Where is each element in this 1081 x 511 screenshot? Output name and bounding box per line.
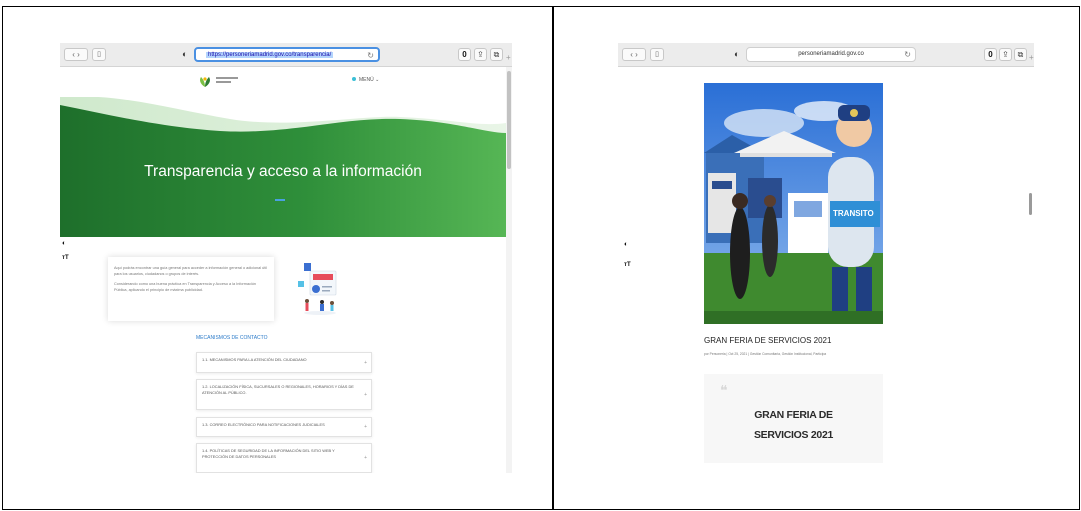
- logo-wordmark: [216, 77, 238, 85]
- reload-icon[interactable]: ↻: [367, 49, 374, 62]
- post-meta: por Personeria | Oct 25, 2021 | Gestión …: [704, 352, 827, 356]
- accordion-label: 1.2. LOCALIZACIÓN FÍSICA, SUCURSALES O R…: [202, 384, 354, 395]
- hero-title: Transparencia y acceso a la información: [144, 163, 422, 180]
- feria-banner: ❝ GRAN FERIA DE SERVICIOS 2021: [704, 374, 883, 463]
- left-browser-window: ‹ › ▯ ◐ https://personeriamadrid.gov.co/…: [60, 43, 512, 473]
- browser-toolbar: ‹ › ▯ ◐ personeriamadrid.gov.co ↻ 0 ⇪ ⧉ …: [618, 43, 1034, 67]
- scrollbar-thumb[interactable]: [1029, 193, 1032, 215]
- contrast-toggle-icon[interactable]: ◐: [62, 240, 66, 247]
- accordion-item-3[interactable]: 1.3. CORREO ELECTRÓNICO PARA NOTIFICACIO…: [196, 417, 372, 437]
- transito-sign-text: TRANSITO: [833, 209, 874, 218]
- expand-icon[interactable]: +: [364, 392, 367, 398]
- sidebar-toggle-icon[interactable]: ▯: [92, 48, 106, 61]
- scrollbar[interactable]: [506, 67, 512, 473]
- contrast-toggle-icon[interactable]: ◐: [624, 241, 628, 248]
- banner-line-2: SERVICIOS 2021: [753, 429, 834, 441]
- expand-icon[interactable]: +: [364, 455, 367, 461]
- tabs-overview-icon[interactable]: ⧉: [1014, 48, 1027, 61]
- personeria-logo-icon: [200, 77, 210, 87]
- scrollbar[interactable]: [1028, 67, 1034, 463]
- expand-icon[interactable]: +: [364, 360, 367, 366]
- intro-paragraph-2: Considerando como una buena práctica en …: [114, 282, 257, 292]
- address-text: https://personeriamadrid.gov.co/transpar…: [206, 52, 334, 58]
- sidebar-toggle-icon[interactable]: ▯: [650, 48, 664, 61]
- reload-icon[interactable]: ↻: [904, 48, 911, 61]
- share-icon[interactable]: ⇪: [474, 48, 487, 61]
- intro-paragraph-1: Aquí podrás encontrar una guía general p…: [114, 266, 268, 276]
- privacy-shield-icon[interactable]: ◐: [182, 49, 187, 60]
- back-forward-buttons[interactable]: ‹ ›: [64, 48, 88, 61]
- panel-divider: [552, 6, 554, 510]
- extension-badge-icon[interactable]: 0: [458, 48, 471, 61]
- hero-accent-line: [275, 199, 285, 201]
- expand-icon[interactable]: +: [364, 424, 367, 430]
- quote-icon: ❝: [720, 382, 728, 398]
- right-browser-window: ‹ › ▯ ◐ personeriamadrid.gov.co ↻ 0 ⇪ ⧉ …: [618, 43, 1034, 463]
- privacy-shield-icon[interactable]: ◐: [734, 49, 739, 60]
- banner-line-1: GRAN FERIA DE: [754, 409, 833, 421]
- menu-label: MENÚ ⌄: [359, 77, 380, 83]
- tabs-overview-icon[interactable]: ⧉: [490, 48, 503, 61]
- new-tab-icon[interactable]: +: [506, 53, 511, 62]
- event-photo[interactable]: TRANSITO: [704, 83, 883, 324]
- text-size-icon[interactable]: ᴛT: [624, 262, 631, 268]
- scrollbar-thumb[interactable]: [507, 71, 511, 169]
- address-text: personeriamadrid.gov.co: [798, 51, 864, 57]
- accordion-label: 1.1. MECANISMOS PARA LA ATENCIÓN DEL CIU…: [202, 357, 307, 362]
- accordion-label: 1.4. POLÍTICAS DE SEGURIDAD DE LA INFORM…: [202, 448, 335, 459]
- post-title[interactable]: GRAN FERIA DE SERVICIOS 2021: [704, 336, 831, 345]
- new-tab-icon[interactable]: +: [1029, 53, 1034, 62]
- accordion-item-2[interactable]: 1.2. LOCALIZACIÓN FÍSICA, SUCURSALES O R…: [196, 379, 372, 410]
- banner-title: GRAN FERIA DE SERVICIOS 2021: [704, 405, 883, 445]
- back-forward-buttons[interactable]: ‹ ›: [622, 48, 646, 61]
- menu-dot-icon: [352, 77, 356, 81]
- intro-card: Aquí podrás encontrar una guía general p…: [108, 257, 274, 321]
- text-size-icon[interactable]: ᴛT: [62, 255, 69, 261]
- accordion-item-4[interactable]: 1.4. POLÍTICAS DE SEGURIDAD DE LA INFORM…: [196, 443, 372, 473]
- share-icon[interactable]: ⇪: [999, 48, 1012, 61]
- feria-photo-image: TRANSITO: [704, 83, 883, 324]
- address-bar[interactable]: https://personeriamadrid.gov.co/transpar…: [194, 47, 380, 62]
- accordion-label: 1.3. CORREO ELECTRÓNICO PARA NOTIFICACIO…: [202, 422, 325, 427]
- hero-banner: Transparencia y acceso a la información: [60, 97, 506, 237]
- extension-badge-icon[interactable]: 0: [984, 48, 997, 61]
- section-title: MECANISMOS DE CONTACTO: [196, 335, 268, 341]
- address-bar[interactable]: personeriamadrid.gov.co ↻: [746, 47, 916, 62]
- menu-button[interactable]: MENÚ ⌄: [352, 77, 379, 83]
- accordion-item-1[interactable]: 1.1. MECANISMOS PARA LA ATENCIÓN DEL CIU…: [196, 352, 372, 373]
- browser-toolbar: ‹ › ▯ ◐ https://personeriamadrid.gov.co/…: [60, 43, 512, 67]
- transparency-illustration: [298, 263, 337, 315]
- site-header: MENÚ ⌄: [60, 67, 506, 97]
